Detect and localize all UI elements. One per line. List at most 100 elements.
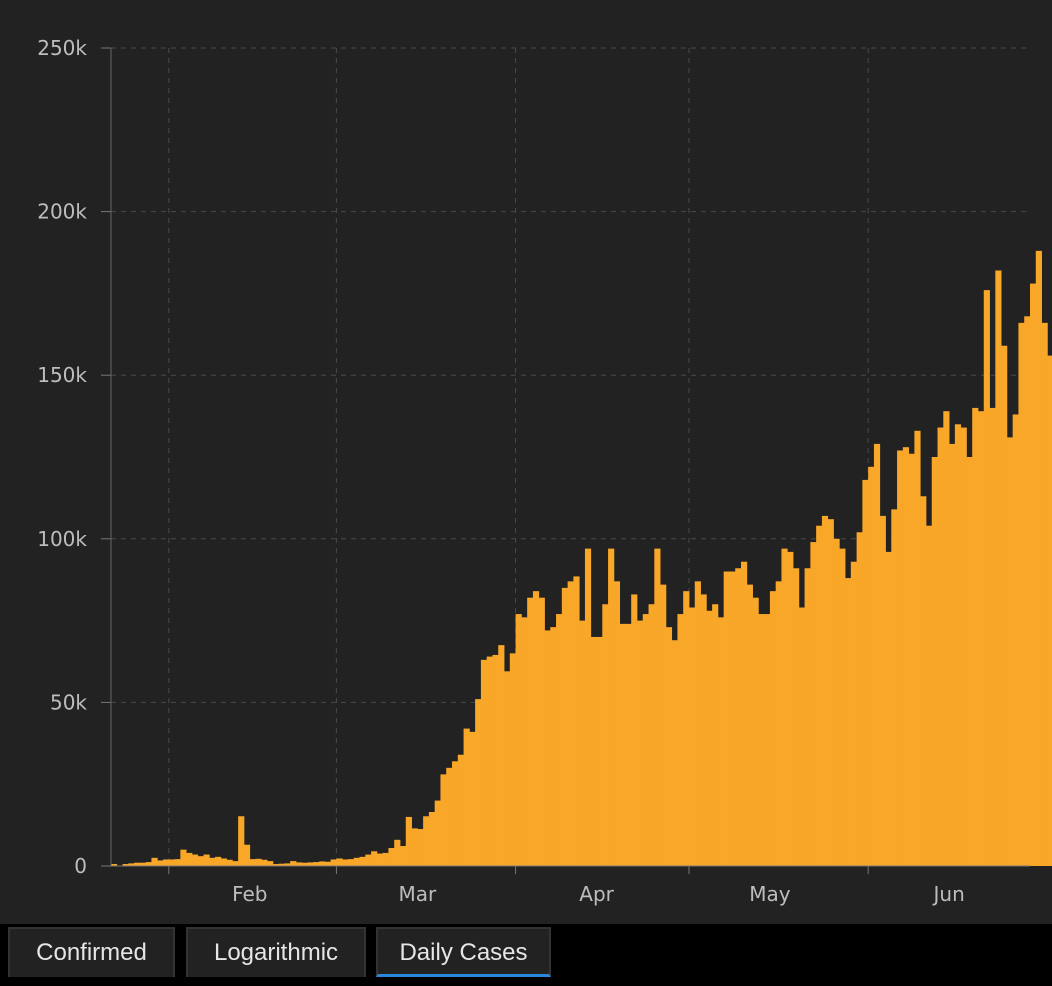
bar <box>376 853 384 866</box>
bar <box>972 407 979 866</box>
bar <box>839 548 846 866</box>
bar <box>492 654 499 866</box>
bar <box>186 852 193 866</box>
bar <box>746 584 753 866</box>
bar <box>382 852 389 866</box>
bar <box>735 568 742 866</box>
bar <box>405 816 412 866</box>
bar <box>596 636 603 866</box>
bar <box>694 581 701 866</box>
bar <box>313 862 320 866</box>
bar <box>498 645 505 866</box>
bar <box>793 568 800 866</box>
bar <box>983 290 990 866</box>
bar <box>561 587 569 866</box>
bar <box>249 859 256 866</box>
bar <box>977 411 985 866</box>
bar <box>949 443 956 866</box>
bar <box>706 610 713 866</box>
bar <box>642 614 649 866</box>
bar <box>960 427 967 866</box>
bar <box>504 671 511 866</box>
bar <box>602 604 609 866</box>
bar <box>509 653 516 866</box>
bar <box>151 857 158 866</box>
bar <box>428 812 436 866</box>
bar <box>781 548 788 866</box>
bar <box>290 861 297 866</box>
bar <box>700 594 707 866</box>
bar <box>671 640 678 866</box>
bar <box>827 519 834 866</box>
bar <box>423 816 430 866</box>
bar <box>943 411 950 866</box>
bar <box>267 861 274 866</box>
bar <box>688 607 696 866</box>
bar <box>648 604 655 866</box>
bar <box>399 846 407 866</box>
y-tick-label: 100k <box>37 527 87 551</box>
bar <box>527 597 534 866</box>
chart-svg: 0 50k 100k 150k 200k 250k Feb Mar Apr May Jun <box>37 36 1052 906</box>
bar <box>654 548 661 866</box>
x-tick-label: May <box>749 882 791 906</box>
bar <box>1018 322 1025 866</box>
bar <box>324 861 332 866</box>
bar <box>816 525 823 866</box>
bar <box>954 424 962 866</box>
bar <box>226 859 233 866</box>
bar <box>914 430 921 866</box>
y-tick-label: 50k <box>50 690 87 714</box>
bar <box>434 800 441 866</box>
x-tick-label: Apr <box>579 882 614 906</box>
bar <box>769 591 777 866</box>
bar <box>521 617 528 866</box>
bar <box>168 859 175 866</box>
bar <box>371 851 378 866</box>
bar <box>180 849 187 866</box>
bar <box>197 856 204 866</box>
daily-cases-chart: 0 50k 100k 150k 200k 250k Feb Mar Apr May Jun <box>0 0 1052 924</box>
bar <box>717 617 725 866</box>
bar <box>1047 355 1052 866</box>
bar <box>532 591 540 866</box>
bar <box>758 614 765 866</box>
bar <box>821 515 829 866</box>
bar <box>538 597 545 866</box>
bar <box>365 854 372 866</box>
bar <box>712 604 719 866</box>
bar <box>885 551 892 866</box>
bar <box>631 594 638 866</box>
tab-logarithmic[interactable]: Logarithmic <box>186 927 366 977</box>
bar <box>1041 322 1048 866</box>
bar <box>417 829 424 866</box>
bar <box>862 479 869 866</box>
bar <box>359 856 366 866</box>
bar <box>660 584 667 866</box>
y-tick-label: 150k <box>37 363 87 387</box>
bar <box>579 620 586 866</box>
bar <box>457 754 464 866</box>
bar <box>590 636 597 866</box>
bar <box>215 856 222 866</box>
x-tick-label: Jun <box>932 882 965 906</box>
bar <box>232 861 239 866</box>
bar <box>469 731 476 866</box>
tab-confirmed[interactable]: Confirmed <box>8 927 175 977</box>
bar <box>584 548 592 866</box>
bar <box>879 515 886 866</box>
bar <box>665 627 673 866</box>
bar <box>220 858 227 866</box>
bar <box>163 859 170 866</box>
bar <box>463 728 470 866</box>
tab-daily-cases[interactable]: Daily Cases <box>376 927 551 977</box>
bar <box>486 656 493 866</box>
bar <box>475 699 482 866</box>
bar <box>353 857 360 866</box>
bar <box>567 581 574 866</box>
bar <box>174 859 181 866</box>
bar <box>319 861 326 866</box>
bar <box>741 561 748 866</box>
bar <box>342 859 349 866</box>
bar <box>897 450 904 866</box>
